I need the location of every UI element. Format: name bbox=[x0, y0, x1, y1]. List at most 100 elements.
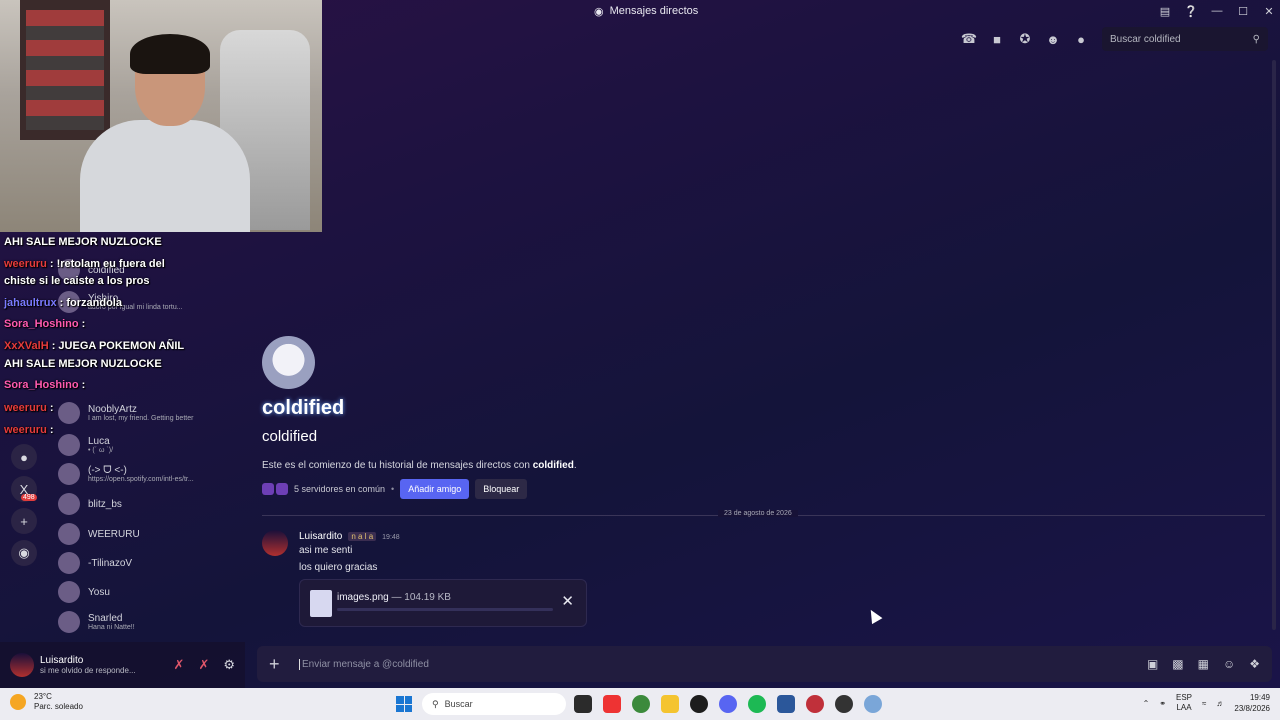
weather-widget[interactable]: 23°C Parc. soleado bbox=[10, 692, 83, 712]
mute-microphone-icon[interactable]: ✗ bbox=[174, 657, 185, 673]
dm-item[interactable]: (-> ᗜ <-) https://open.spotify.com/intl-e… bbox=[58, 461, 194, 487]
avatar bbox=[58, 611, 80, 633]
message-timestamp: 19:48 bbox=[382, 534, 400, 541]
chat-message: chiste si le caiste a los pros bbox=[4, 275, 150, 287]
message-text: los quiero gracias bbox=[299, 562, 378, 573]
chat-message: weeruru : !retolam eu fuera del bbox=[4, 258, 165, 270]
streamer-webcam bbox=[0, 0, 322, 232]
dm-header: ☎ ■ ✪ ☻ ● Buscar coldified ⚲ bbox=[322, 22, 1280, 56]
clock[interactable]: 19:49 23/8/2026 bbox=[1234, 692, 1270, 714]
microphone-icon[interactable]: ⚭ bbox=[1159, 699, 1166, 708]
server-rail: ● X 498 + ◉ bbox=[8, 444, 40, 572]
app-icon[interactable] bbox=[806, 695, 824, 713]
spotify-icon[interactable] bbox=[748, 695, 766, 713]
app-icon[interactable] bbox=[690, 695, 708, 713]
block-button[interactable]: Bloquear bbox=[475, 479, 528, 499]
word-icon[interactable] bbox=[777, 695, 795, 713]
dm-item[interactable]: Snarled Hana ni Natte!! bbox=[58, 609, 135, 635]
chat-message: Sora_Hoshino : bbox=[4, 379, 86, 391]
window-controls: ▤ ❔ — ☐ ✕ bbox=[1154, 0, 1280, 22]
help-icon[interactable]: ❔ bbox=[1180, 5, 1202, 18]
upload-progress-bar bbox=[337, 608, 553, 611]
scrollbar[interactable] bbox=[1272, 60, 1276, 630]
search-input[interactable]: Buscar coldified ⚲ bbox=[1102, 27, 1268, 51]
file-explorer-icon[interactable] bbox=[661, 695, 679, 713]
maximize-button[interactable]: ☐ bbox=[1232, 5, 1254, 18]
message-composer: + Enviar mensaje a @coldified ▣ ▩ ▦ ☺ ❖ bbox=[257, 646, 1272, 682]
cancel-upload-icon[interactable]: ✕ bbox=[561, 592, 574, 610]
avatar bbox=[58, 552, 80, 574]
dm-item[interactable]: Yosu bbox=[58, 579, 110, 605]
file-icon bbox=[310, 590, 332, 617]
app-icon[interactable] bbox=[864, 695, 882, 713]
dm-item[interactable]: blitz_bs bbox=[58, 491, 122, 517]
message-author[interactable]: Luisardito bbox=[299, 531, 342, 542]
gift-icon[interactable]: ▣ bbox=[1147, 657, 1158, 671]
search-icon: ⚲ bbox=[1252, 33, 1260, 45]
profile-display-name: coldified bbox=[262, 397, 345, 419]
user-profile-icon[interactable]: ● bbox=[1074, 32, 1088, 47]
chat-message: jahaultrux : forzandola bbox=[4, 297, 122, 309]
discord-window: ◉ Mensajes directos ▤ ❔ — ☐ ✕ ☎ ■ ✪ ☻ ● … bbox=[0, 0, 1280, 688]
language-indicator[interactable]: ESP LAA bbox=[1176, 693, 1192, 713]
chevron-up-icon[interactable]: ⌃ bbox=[1143, 699, 1150, 708]
server-icon[interactable]: ● bbox=[11, 444, 37, 470]
server-icon[interactable]: X 498 bbox=[11, 476, 37, 502]
title-bar: ◉ Mensajes directos ▤ ❔ — ☐ ✕ bbox=[322, 0, 1280, 22]
inbox-icon[interactable]: ▤ bbox=[1154, 5, 1176, 18]
profile-username: coldified bbox=[262, 428, 318, 445]
gif-icon[interactable]: ▩ bbox=[1172, 657, 1183, 671]
upload-plus-icon[interactable]: + bbox=[269, 654, 295, 675]
mouse-cursor bbox=[865, 606, 883, 625]
message-input[interactable]: Enviar mensaje a @coldified bbox=[299, 658, 429, 670]
avatar bbox=[58, 463, 80, 485]
chrome-icon[interactable] bbox=[632, 695, 650, 713]
add-friend-button[interactable]: Añadir amigo bbox=[400, 479, 470, 499]
chat-message: weeruru : bbox=[4, 424, 54, 436]
wifi-icon[interactable]: ≈ bbox=[1202, 699, 1206, 708]
pinned-messages-icon[interactable]: ✪ bbox=[1018, 31, 1032, 46]
system-tray: ⌃ ⚭ ESP LAA ≈ ♬ 19:49 23/8/2026 bbox=[1143, 692, 1270, 714]
stream-chat-overlay: AHI SALE MEJOR NUZLOCKE weeruru : !retol… bbox=[0, 232, 245, 442]
task-view-icon[interactable] bbox=[574, 695, 592, 713]
upload-attachment: images.png — 104.19 KB ✕ bbox=[299, 579, 587, 627]
video-call-icon[interactable]: ■ bbox=[990, 32, 1004, 47]
avatar[interactable] bbox=[262, 530, 288, 556]
dm-intro-text: Este es el comienzo de tu historial de m… bbox=[262, 460, 577, 471]
dm-item[interactable]: WEERURU bbox=[58, 521, 140, 547]
chat-message: AHI SALE MEJOR NUZLOCKE bbox=[4, 236, 162, 248]
dm-item[interactable]: -TilinazoV bbox=[58, 550, 132, 576]
server-tag: n a l a bbox=[348, 532, 377, 541]
avatar bbox=[58, 581, 80, 603]
avatar[interactable] bbox=[10, 653, 34, 677]
taskbar-search[interactable]: ⚲ Buscar bbox=[422, 693, 566, 715]
discord-icon[interactable] bbox=[719, 695, 737, 713]
explore-servers-icon[interactable]: ◉ bbox=[11, 540, 37, 566]
voice-call-icon[interactable]: ☎ bbox=[961, 31, 977, 46]
windows-start-icon[interactable] bbox=[396, 696, 412, 712]
minimize-button[interactable]: — bbox=[1206, 5, 1228, 17]
app-icon[interactable] bbox=[835, 695, 853, 713]
close-button[interactable]: ✕ bbox=[1258, 5, 1280, 18]
add-server-icon[interactable]: + bbox=[11, 508, 37, 534]
sticker-icon[interactable]: ▦ bbox=[1198, 657, 1209, 671]
date-divider-label: 23 de agosto de 2026 bbox=[718, 510, 798, 517]
gear-icon[interactable]: ⚙ bbox=[223, 657, 235, 673]
chat-message: XxXValH : JUEGA POKEMON AÑIL bbox=[4, 340, 185, 352]
taskbar: 23°C Parc. soleado ⚲ Buscar ⌃ ⚭ ESP LAA … bbox=[0, 688, 1280, 720]
chat-message: Sora_Hoshino : bbox=[4, 318, 86, 330]
avatar[interactable] bbox=[262, 336, 315, 389]
taskbar-apps bbox=[574, 695, 882, 713]
deafen-icon[interactable]: ✗ bbox=[198, 657, 209, 673]
chat-message: AHI SALE MEJOR NUZLOCKE bbox=[4, 358, 162, 370]
add-friends-to-dm-icon[interactable]: ☻ bbox=[1046, 32, 1060, 47]
speaker-icon[interactable]: ♬ bbox=[1216, 699, 1224, 708]
apps-icon[interactable]: ❖ bbox=[1249, 657, 1260, 671]
emoji-icon[interactable]: ☺ bbox=[1223, 657, 1235, 671]
message-header: Luisardito n a l a 19:48 bbox=[299, 531, 400, 542]
mutual-servers-icons bbox=[262, 483, 288, 495]
mutual-servers-link[interactable]: 5 servidores en común bbox=[294, 484, 385, 494]
attachment-filename: images.png — 104.19 KB bbox=[337, 592, 451, 603]
search-icon: ⚲ bbox=[432, 698, 439, 709]
app-icon[interactable] bbox=[603, 695, 621, 713]
